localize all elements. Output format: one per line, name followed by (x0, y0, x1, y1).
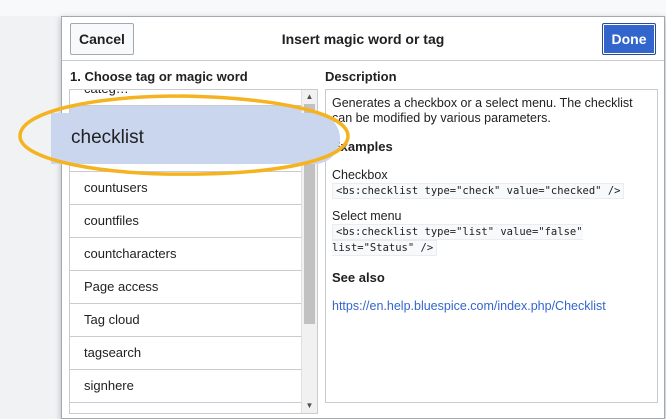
list-item-tag-cloud[interactable]: Tag cloud (70, 304, 302, 337)
dialog-header: Cancel Insert magic word or tag Done (62, 17, 664, 61)
description-panel: Generates a checkbox or a select menu. T… (325, 89, 658, 403)
see-also-link[interactable]: https://en.help.bluespice.com/index.php/… (332, 299, 606, 313)
background-page-strip (0, 0, 666, 16)
list-item-tagsearch[interactable]: tagsearch (70, 337, 302, 370)
list-item-countfiles[interactable]: countfiles (70, 205, 302, 238)
highlighted-list-item: checklist (51, 113, 340, 164)
list-item-category[interactable]: categ… (70, 90, 302, 106)
description-text: Generates a checkbox or a select menu. T… (332, 96, 633, 125)
list-item-page-access[interactable]: Page access (70, 271, 302, 304)
dialog-title: Insert magic word or tag (281, 31, 445, 47)
highlighted-item-label: checklist (71, 127, 144, 148)
example-select-menu: Select menu <bs:checklist type="list" va… (332, 209, 651, 256)
scroll-up-arrow-icon[interactable]: ▲ (302, 90, 317, 104)
scroll-down-arrow-icon[interactable]: ▼ (302, 399, 317, 413)
example-title: Checkbox (332, 168, 388, 182)
description-heading: Description (325, 69, 397, 84)
done-button[interactable]: Done (602, 23, 656, 55)
choose-tag-heading: 1. Choose tag or magic word (70, 69, 248, 84)
example-code: <bs:checklist type="check" value="checke… (332, 183, 625, 199)
list-item-countcharacters[interactable]: countcharacters (70, 238, 302, 271)
list-item-signhere[interactable]: signhere (70, 370, 302, 403)
insert-magic-word-dialog: Cancel Insert magic word or tag Done 1. … (61, 16, 665, 419)
example-code: <bs:checklist type="list" value="false" … (332, 224, 583, 256)
example-title: Select menu (332, 209, 402, 223)
examples-heading: Examples (332, 139, 393, 154)
see-also-heading: See also (332, 270, 385, 285)
example-checkbox: Checkbox <bs:checklist type="check" valu… (332, 168, 651, 199)
list-item-countusers[interactable]: countusers (70, 172, 302, 205)
